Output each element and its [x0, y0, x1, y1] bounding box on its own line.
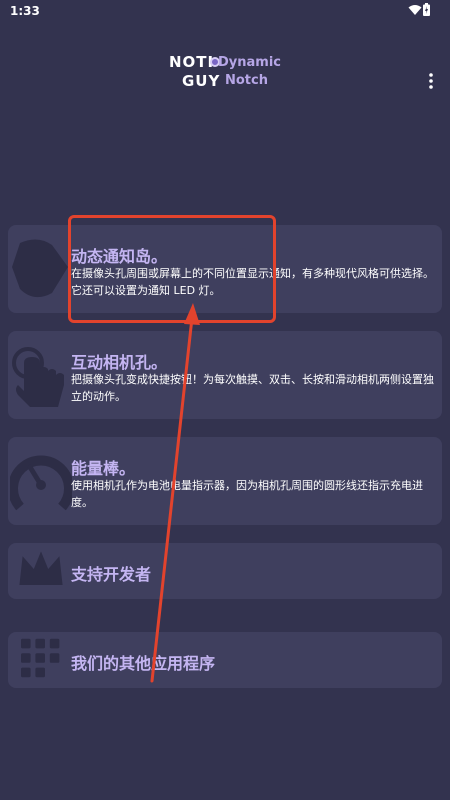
overflow-menu-icon[interactable] — [426, 71, 436, 91]
gauge-icon — [10, 455, 72, 511]
card-other-apps[interactable]: 我们的其他应用程序 — [8, 632, 442, 688]
card-title: 我们的其他应用程序 — [71, 654, 216, 673]
logo-dynamic-text: Dynamic — [218, 55, 282, 70]
battery-icon — [423, 3, 430, 16]
touch-hand-icon — [12, 347, 64, 407]
card-support-developer[interactable]: 支持开发者 — [8, 543, 442, 599]
logo-guy-text: GUY — [182, 72, 221, 90]
wifi-icon — [408, 5, 422, 15]
status-time: 1:33 — [10, 4, 40, 18]
logo-notch-text: Notch — [225, 73, 268, 88]
card-energy-bar[interactable]: 能量棒。 使用相机孔作为电池电量指示器，因为相机孔周围的圆形线还指示充电进度。 — [8, 437, 442, 525]
annotation-highlight-box — [68, 215, 276, 323]
app-logo: NOTI GUY Dynamic Notch — [165, 52, 295, 92]
card-title: 互动相机孔。 — [71, 353, 168, 372]
crown-icon — [19, 551, 63, 585]
card-interactive-camera-hole[interactable]: 互动相机孔。 把摄像头孔变成快捷按钮！为每次触摸、双击、长按和滑动相机两侧设置独… — [8, 331, 442, 419]
card-description: 使用相机孔作为电池电量指示器，因为相机孔周围的圆形线还指示充电进度。 — [71, 479, 423, 509]
logo-noti-text: NOTI — [169, 53, 215, 71]
card-title: 支持开发者 — [71, 565, 152, 584]
grid-apps-icon — [21, 638, 60, 678]
notch-shape-icon — [12, 239, 68, 298]
card-title: 能量棒。 — [71, 459, 136, 478]
card-description: 把摄像头孔变成快捷按钮！为每次触摸、双击、长按和滑动相机两侧设置独立的动作。 — [71, 373, 434, 403]
status-bar: 1:33 — [0, 0, 450, 22]
